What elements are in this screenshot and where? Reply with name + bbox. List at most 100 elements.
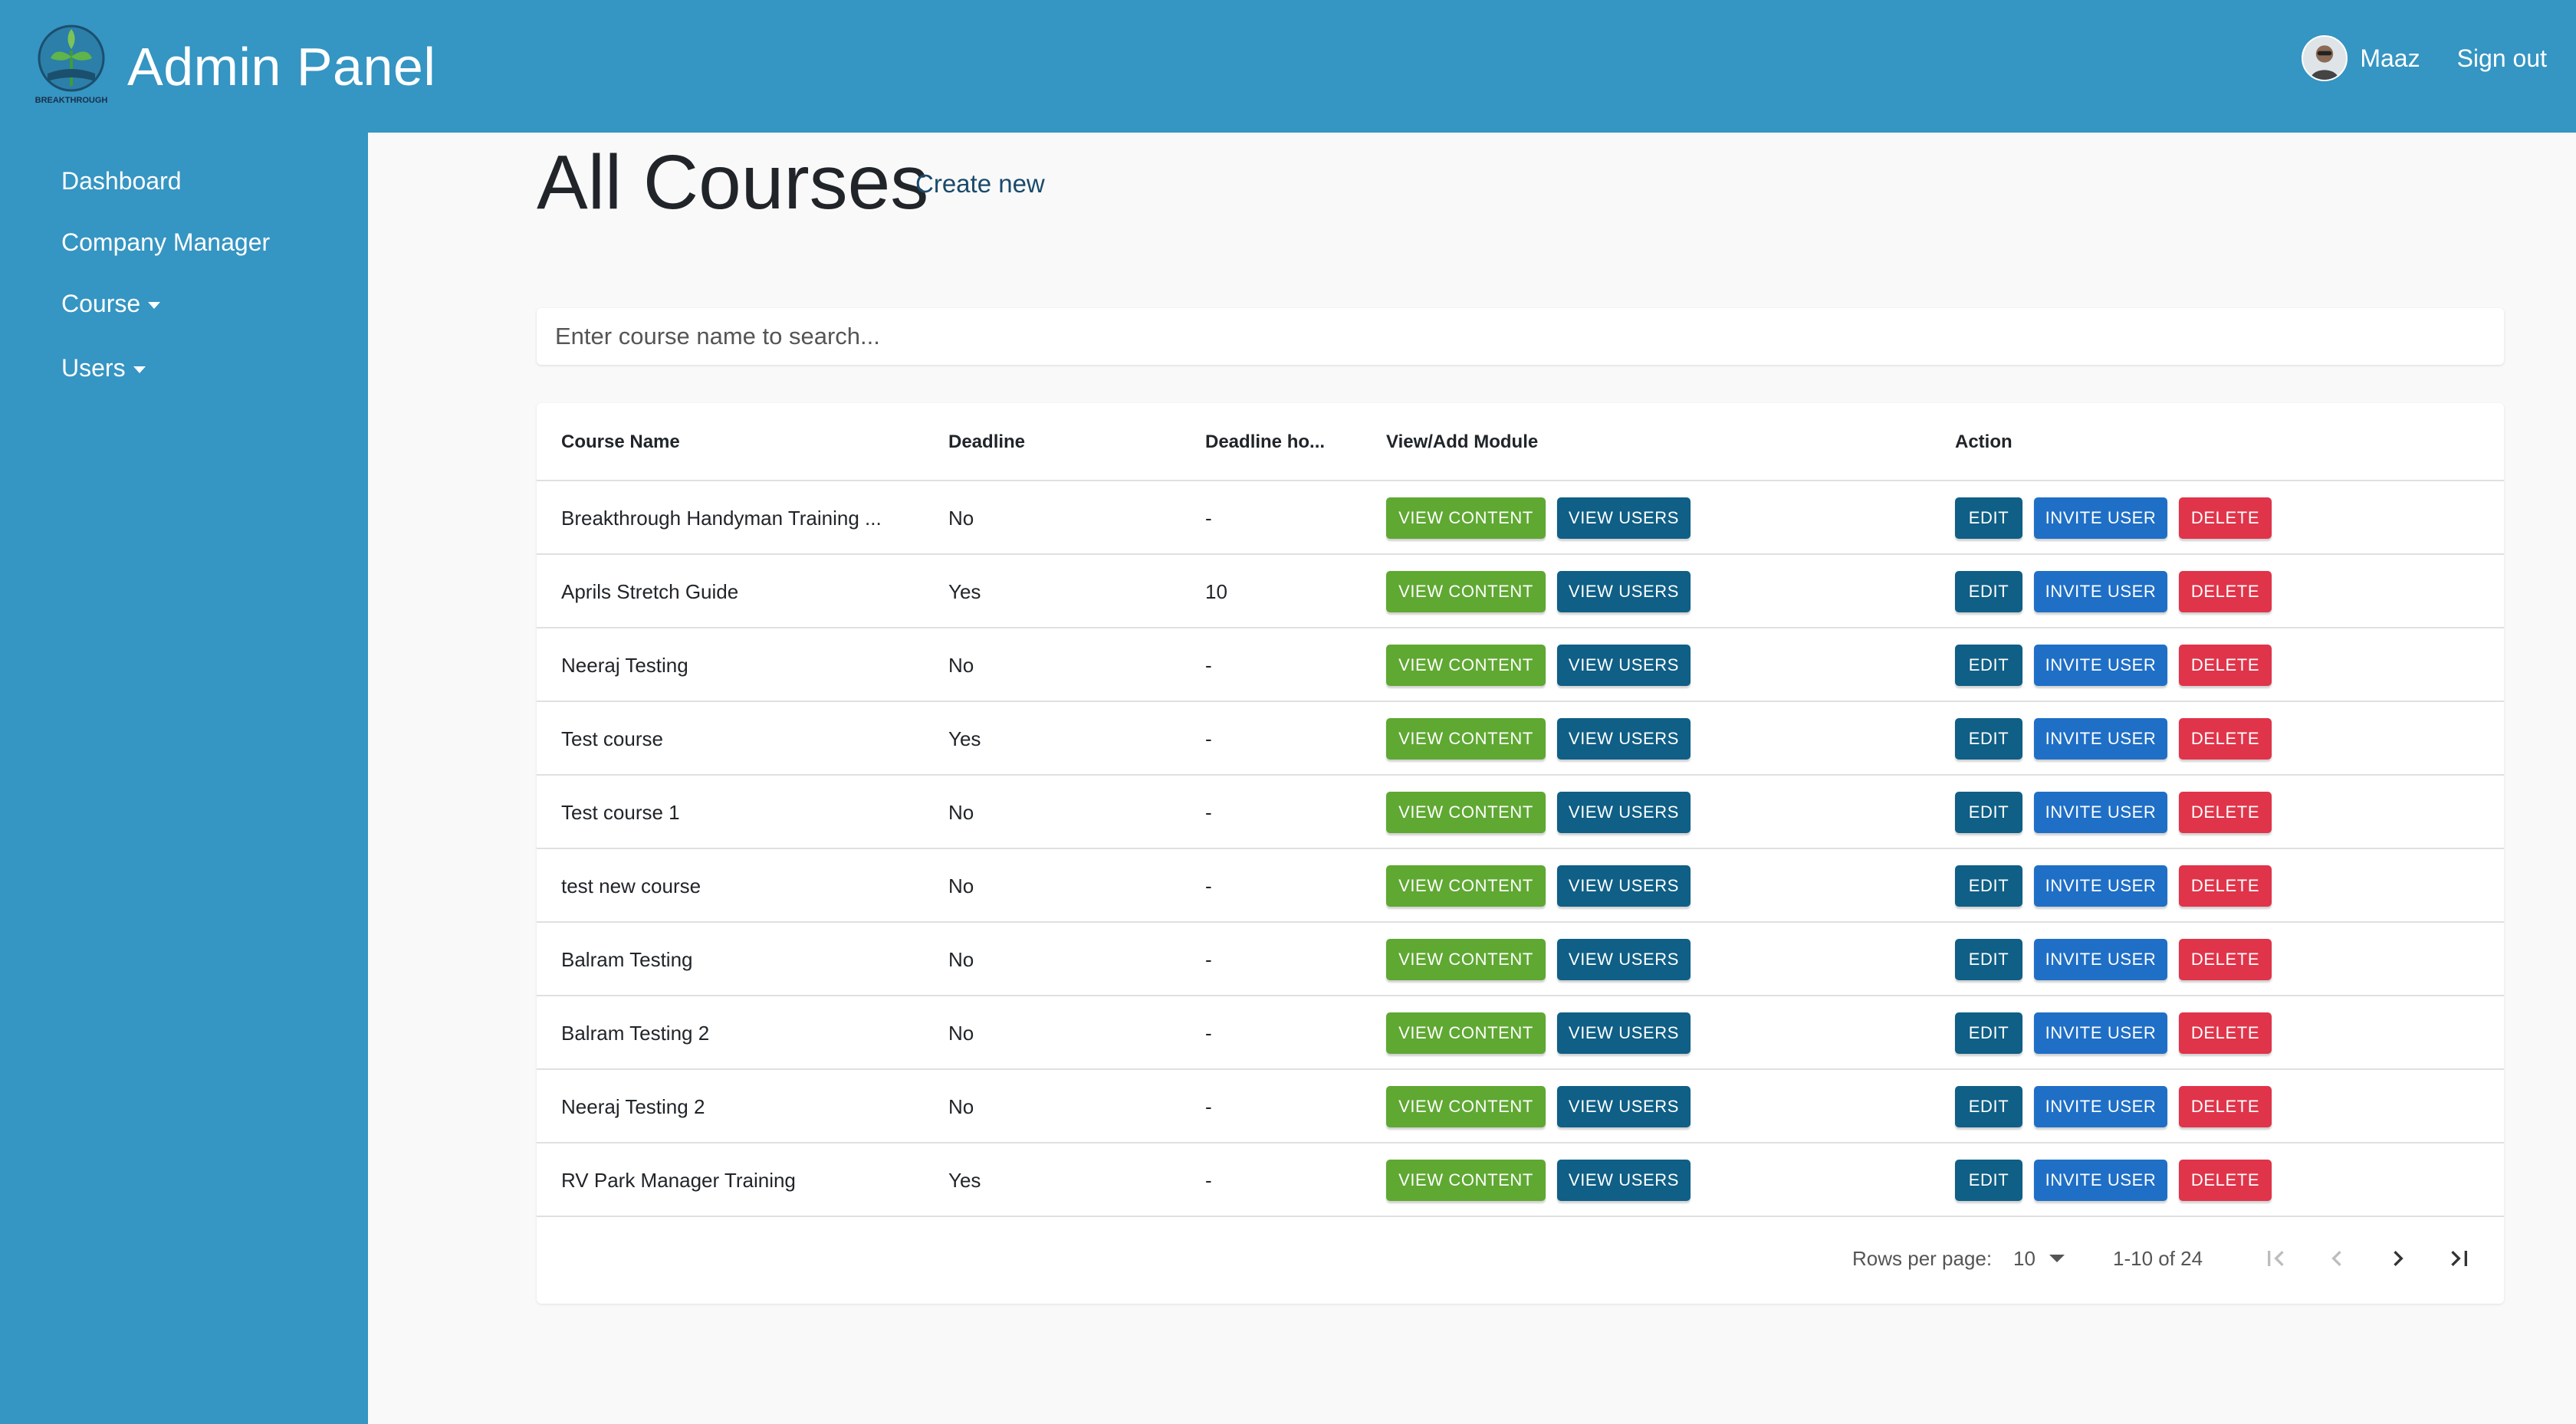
user-avatar[interactable] xyxy=(2302,35,2348,81)
cell-deadline: No xyxy=(948,507,974,530)
sign-out-link[interactable]: Sign out xyxy=(2457,44,2547,73)
invite-user-button[interactable]: INVITE USER xyxy=(2034,718,2167,760)
view-content-button[interactable]: VIEW CONTENT xyxy=(1386,939,1546,980)
previous-page-icon[interactable] xyxy=(2321,1243,2352,1274)
delete-button[interactable]: DELETE xyxy=(2179,497,2272,539)
sidebar-item-company-manager[interactable]: Company Manager xyxy=(61,227,270,258)
course-search-input[interactable] xyxy=(537,308,2504,365)
caret-down-icon xyxy=(2049,1255,2065,1262)
view-content-button[interactable]: VIEW CONTENT xyxy=(1386,1012,1546,1054)
sidebar-item-users[interactable]: Users xyxy=(61,353,146,383)
view-users-button[interactable]: VIEW USERS xyxy=(1557,718,1691,760)
table-row: Balram Testing 2 No - VIEW CONTENT VIEW USER… xyxy=(537,996,2504,1070)
view-users-button[interactable]: VIEW USERS xyxy=(1557,939,1691,980)
view-content-button[interactable]: VIEW CONTENT xyxy=(1386,497,1546,539)
view-content-button[interactable]: VIEW CONTENT xyxy=(1386,718,1546,760)
edit-button[interactable]: EDIT xyxy=(1955,939,2022,980)
delete-button[interactable]: DELETE xyxy=(2179,1160,2272,1201)
view-content-button[interactable]: VIEW CONTENT xyxy=(1386,865,1546,907)
cell-course-name: Breakthrough Handyman Training ... xyxy=(561,507,882,530)
view-users-button[interactable]: VIEW USERS xyxy=(1557,1086,1691,1127)
rows-per-page-select[interactable]: 10 xyxy=(2013,1243,2065,1274)
next-page-icon[interactable] xyxy=(2383,1243,2413,1274)
sidebar-item-dashboard[interactable]: Dashboard xyxy=(61,166,182,196)
edit-button[interactable]: EDIT xyxy=(1955,865,2022,907)
view-content-button[interactable]: VIEW CONTENT xyxy=(1386,792,1546,833)
table-row: Test course 1 No - VIEW CONTENT VIEW USERS ED… xyxy=(537,776,2504,849)
view-content-button[interactable]: VIEW CONTENT xyxy=(1386,645,1546,686)
delete-button[interactable]: DELETE xyxy=(2179,1086,2272,1127)
view-content-button[interactable]: VIEW CONTENT xyxy=(1386,1086,1546,1127)
view-content-button[interactable]: VIEW CONTENT xyxy=(1386,571,1546,612)
delete-button[interactable]: DELETE xyxy=(2179,645,2272,686)
view-users-button[interactable]: VIEW USERS xyxy=(1557,1012,1691,1054)
last-page-icon[interactable] xyxy=(2444,1243,2475,1274)
delete-button[interactable]: DELETE xyxy=(2179,718,2272,760)
invite-user-button[interactable]: INVITE USER xyxy=(2034,645,2167,686)
cell-deadline: Yes xyxy=(948,580,981,603)
sidebar-item-label: Course xyxy=(61,290,141,317)
table-row: Neeraj Testing No - VIEW CONTENT VIEW USERS E… xyxy=(537,628,2504,702)
invite-user-button[interactable]: INVITE USER xyxy=(2034,865,2167,907)
edit-button[interactable]: EDIT xyxy=(1955,1160,2022,1201)
view-users-button[interactable]: VIEW USERS xyxy=(1557,865,1691,907)
invite-user-button[interactable]: INVITE USER xyxy=(2034,1086,2167,1127)
cell-course-name: test new course xyxy=(561,874,702,897)
cell-deadline-hours: 10 xyxy=(1205,580,1227,603)
edit-button[interactable]: EDIT xyxy=(1955,645,2022,686)
table-row: Neeraj Testing 2 No - VIEW CONTENT VIEW USER… xyxy=(537,1070,2504,1143)
edit-button[interactable]: EDIT xyxy=(1955,1086,2022,1127)
edit-button[interactable]: EDIT xyxy=(1955,718,2022,760)
table-row: test new course No - VIEW CONTENT VIEW USERS… xyxy=(537,849,2504,923)
cell-course-name: Test course xyxy=(561,727,663,750)
caret-down-icon xyxy=(133,366,146,373)
delete-button[interactable]: DELETE xyxy=(2179,939,2272,980)
delete-button[interactable]: DELETE xyxy=(2179,792,2272,833)
sidebar-item-label: Dashboard xyxy=(61,167,182,195)
view-users-button[interactable]: VIEW USERS xyxy=(1557,645,1691,686)
rows-per-page-value: 10 xyxy=(2013,1246,2036,1270)
cell-deadline-hours: - xyxy=(1205,874,1212,897)
pagination-range: 1-10 of 24 xyxy=(2113,1247,2203,1270)
table-row: Test course Yes - VIEW CONTENT VIEW USERS EDI… xyxy=(537,702,2504,776)
delete-button[interactable]: DELETE xyxy=(2179,865,2272,907)
table-row: Aprils Stretch Guide Yes 10 VIEW CONTENT VIE… xyxy=(537,555,2504,628)
invite-user-button[interactable]: INVITE USER xyxy=(2034,1160,2167,1201)
sidebar-item-course[interactable]: Course xyxy=(61,288,161,319)
cell-course-name: Neeraj Testing xyxy=(561,654,688,677)
column-header-action[interactable]: Action xyxy=(1955,403,2013,481)
view-users-button[interactable]: VIEW USERS xyxy=(1557,497,1691,539)
first-page-icon[interactable] xyxy=(2260,1243,2291,1274)
view-users-button[interactable]: VIEW USERS xyxy=(1557,571,1691,612)
top-header: BREAKTHROUGH Admin Panel Maaz Sign out xyxy=(0,0,2576,133)
edit-button[interactable]: EDIT xyxy=(1955,792,2022,833)
cell-deadline-hours: - xyxy=(1205,727,1212,750)
edit-button[interactable]: EDIT xyxy=(1955,497,2022,539)
cell-deadline-hours: - xyxy=(1205,1169,1212,1192)
delete-button[interactable]: DELETE xyxy=(2179,571,2272,612)
courses-table: Course Name Deadline Deadline ho... View… xyxy=(537,403,2504,1304)
view-users-button[interactable]: VIEW USERS xyxy=(1557,1160,1691,1201)
edit-button[interactable]: EDIT xyxy=(1955,571,2022,612)
delete-button[interactable]: DELETE xyxy=(2179,1012,2272,1054)
cell-deadline: No xyxy=(948,874,974,897)
cell-deadline-hours: - xyxy=(1205,801,1212,824)
create-new-link[interactable]: Create new xyxy=(915,169,1045,199)
view-content-button[interactable]: VIEW CONTENT xyxy=(1386,1160,1546,1201)
user-name[interactable]: Maaz xyxy=(2360,44,2420,73)
cell-deadline-hours: - xyxy=(1205,1022,1212,1045)
invite-user-button[interactable]: INVITE USER xyxy=(2034,497,2167,539)
column-header-deadline-hours[interactable]: Deadline ho... xyxy=(1205,403,1325,481)
column-header-course-name[interactable]: Course Name xyxy=(561,403,680,481)
column-header-deadline[interactable]: Deadline xyxy=(948,403,1025,481)
breakthrough-logo[interactable]: BREAKTHROUGH xyxy=(31,20,112,107)
column-header-view-add-module[interactable]: View/Add Module xyxy=(1386,403,1538,481)
invite-user-button[interactable]: INVITE USER xyxy=(2034,792,2167,833)
invite-user-button[interactable]: INVITE USER xyxy=(2034,1012,2167,1054)
user-profile[interactable]: Maaz xyxy=(2302,35,2420,81)
app-title: Admin Panel xyxy=(127,37,436,97)
edit-button[interactable]: EDIT xyxy=(1955,1012,2022,1054)
view-users-button[interactable]: VIEW USERS xyxy=(1557,792,1691,833)
invite-user-button[interactable]: INVITE USER xyxy=(2034,939,2167,980)
invite-user-button[interactable]: INVITE USER xyxy=(2034,571,2167,612)
